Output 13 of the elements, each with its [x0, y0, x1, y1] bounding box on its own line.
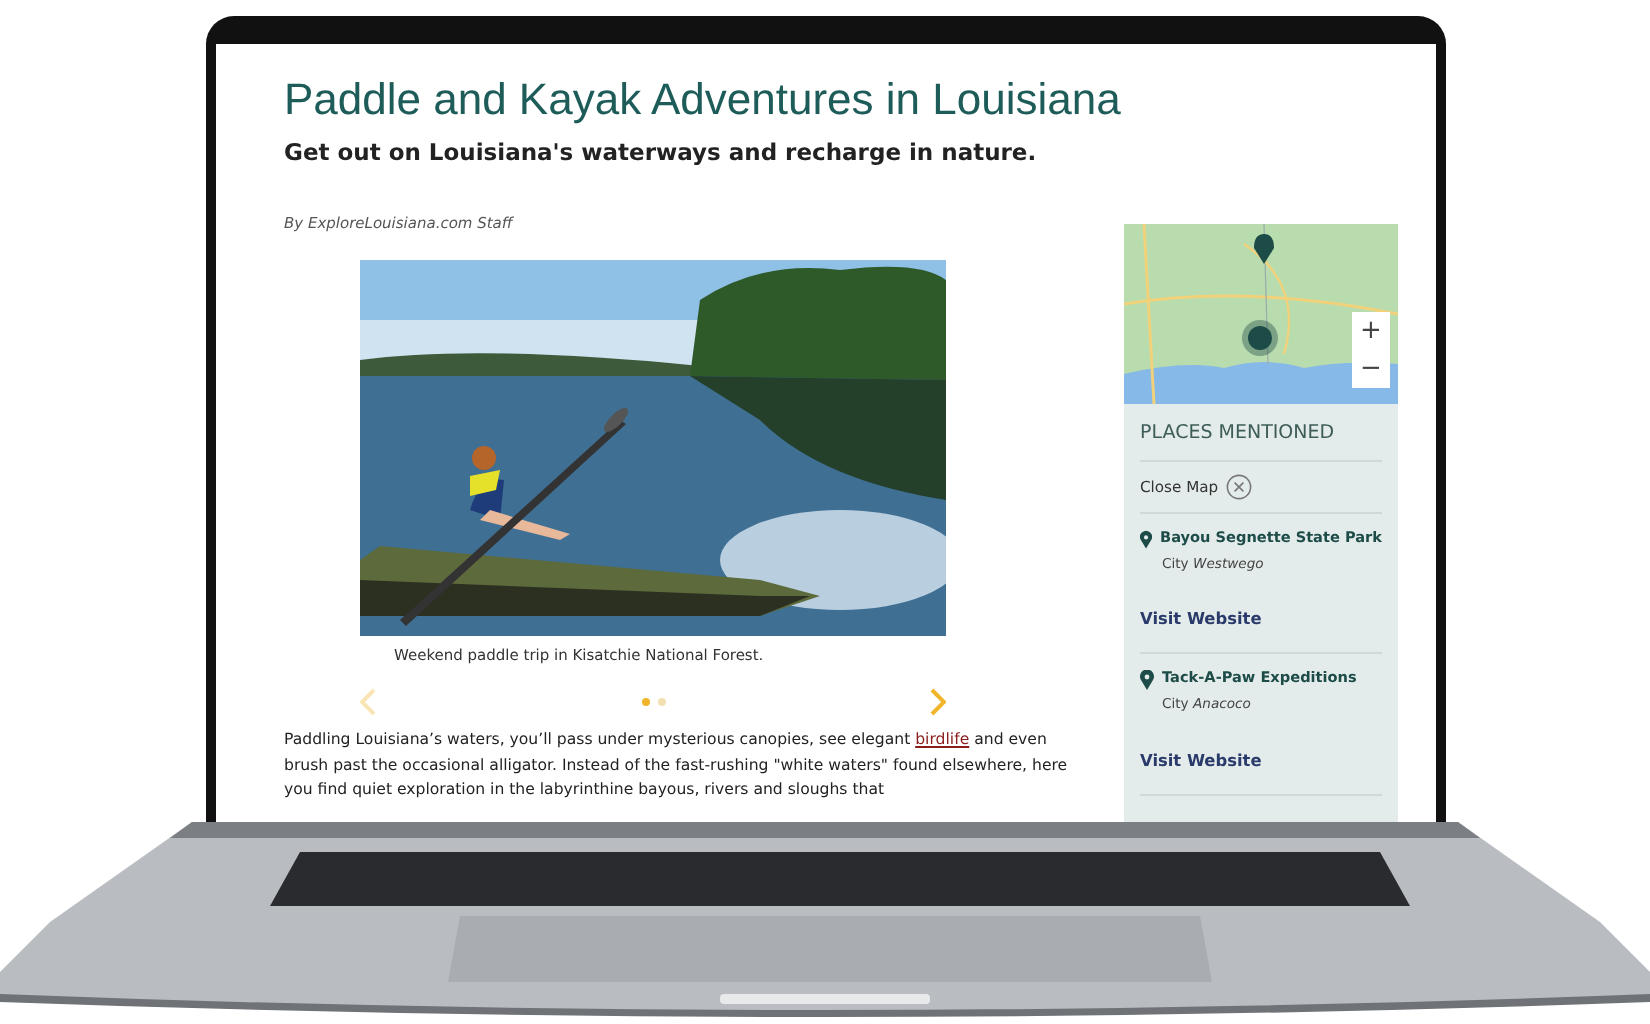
- map-pin-icon: [1140, 669, 1154, 690]
- close-icon[interactable]: [1226, 474, 1253, 501]
- next-icon[interactable]: [930, 688, 946, 717]
- zoom-in-button[interactable]: +: [1352, 312, 1390, 350]
- article-subtitle: Get out on Louisiana's waterways and recharge in nature.: [284, 135, 1039, 169]
- article-title: Paddle and Kayak Adventures in Louisiana: [284, 72, 1121, 127]
- carousel-dot[interactable]: [641, 698, 649, 707]
- zoom-out-button[interactable]: −: [1352, 350, 1390, 388]
- carousel-dot[interactable]: [657, 698, 665, 707]
- visit-website-link[interactable]: Visit Website: [1140, 749, 1262, 769]
- visit-website-link[interactable]: Visit Website: [1140, 608, 1262, 629]
- section-heading: PLACES MENTIONED: [1140, 404, 1382, 463]
- map-pin-icon: [1140, 529, 1153, 550]
